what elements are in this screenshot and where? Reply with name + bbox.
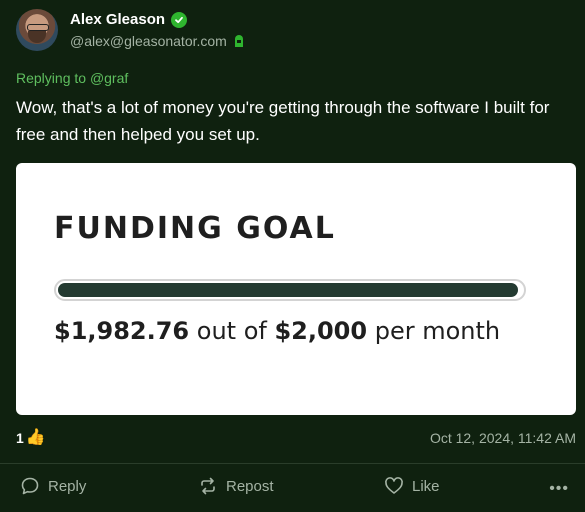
repost-label: Repost (226, 477, 274, 495)
replying-to: Replying to @graf (16, 70, 128, 86)
media-card[interactable]: FUNDING GOAL $1,982.76 out of $2,000 per… (16, 163, 576, 415)
author-display-name[interactable]: Alex Gleason (70, 11, 165, 28)
card-title: FUNDING GOAL (54, 211, 336, 246)
reaction-count[interactable]: 1 👍 (16, 429, 46, 447)
amount-current: $1,982.76 (54, 317, 190, 345)
thumbs-up-icon: 👍 (25, 429, 46, 446)
heart-icon (385, 477, 403, 494)
post-body: Wow, that's a lot of money you're gettin… (16, 98, 550, 144)
check-badge-icon (171, 11, 188, 28)
amount-goal: $2,000 (274, 317, 368, 345)
repost-button[interactable]: Repost (198, 476, 274, 496)
more-dots-icon[interactable]: ••• (549, 480, 569, 498)
funding-progress-fill (58, 283, 518, 297)
post-timestamp[interactable]: Oct 12, 2024, 11:42 AM (430, 430, 576, 446)
repost-arrows-icon (201, 477, 215, 495)
funding-progress-bar (54, 279, 526, 301)
reply-label: Reply (48, 477, 87, 495)
like-button[interactable]: Like (384, 476, 440, 496)
site-badge-icon (233, 34, 245, 48)
author-info: Alex Gleason @alex@gleasonator.com (70, 11, 245, 49)
avatar[interactable] (16, 9, 58, 51)
divider (0, 463, 585, 464)
reply-button[interactable]: Reply (20, 476, 86, 496)
action-bar: Reply Repost Like ••• (0, 476, 585, 502)
post-header: Alex Gleason @alex@gleasonator.com (16, 9, 245, 51)
like-label: Like (412, 477, 440, 495)
replying-to-mention[interactable]: @graf (90, 70, 128, 86)
card-amount: $1,982.76 out of $2,000 per month (54, 317, 500, 345)
author-handle[interactable]: @alex@gleasonator.com (70, 33, 227, 49)
amount-mid: out of (189, 317, 275, 345)
amount-suffix: per month (367, 317, 501, 345)
post-meta: 1 👍 Oct 12, 2024, 11:42 AM (16, 428, 576, 448)
reaction-count-number: 1 (16, 430, 24, 446)
replying-to-prefix: Replying to (16, 70, 90, 86)
speech-bubble-icon (21, 477, 39, 495)
